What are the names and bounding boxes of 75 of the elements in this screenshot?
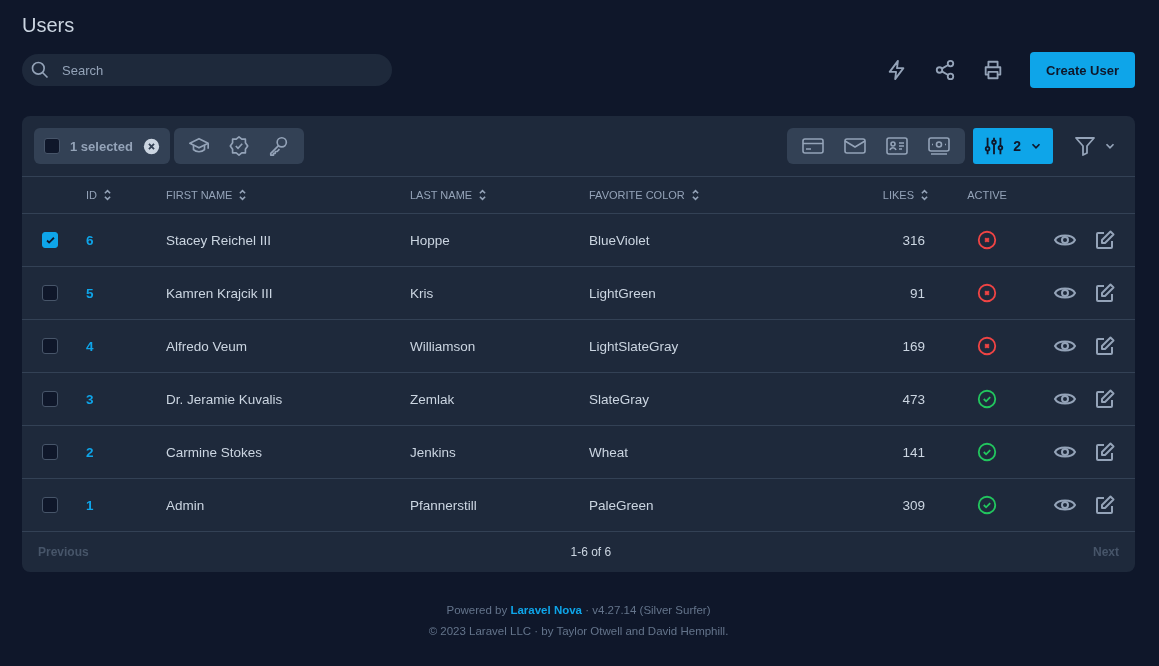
laravel-nova-link[interactable]: Laravel Nova bbox=[510, 604, 583, 616]
search-icon bbox=[30, 60, 50, 80]
column-header[interactable]: LIKES bbox=[882, 189, 914, 201]
table-cell: SlateGray bbox=[589, 391, 650, 407]
row-checkbox[interactable] bbox=[42, 338, 58, 354]
id-link[interactable]: 4 bbox=[86, 338, 94, 354]
edit-icon[interactable] bbox=[1093, 493, 1117, 517]
column-header: ACTIVE bbox=[967, 189, 1007, 201]
sliders-icon bbox=[983, 135, 1006, 157]
table-cell: PaleGreen bbox=[589, 497, 654, 513]
table-cell: Zemlak bbox=[410, 391, 455, 407]
table-cell: LightGreen bbox=[589, 285, 656, 301]
table-cell: Kris bbox=[410, 285, 434, 301]
table-cell: LightSlateGray bbox=[589, 338, 679, 354]
selection-count: 1 selected bbox=[70, 138, 133, 154]
column-settings-button[interactable]: 2 bbox=[973, 128, 1053, 164]
edit-icon[interactable] bbox=[1093, 387, 1117, 411]
select-all-checkbox[interactable] bbox=[44, 138, 60, 154]
table-cell: Carmine Stokes bbox=[166, 444, 263, 460]
sort-icon[interactable] bbox=[238, 188, 248, 202]
id-card-icon[interactable] bbox=[885, 134, 910, 158]
sort-icon[interactable] bbox=[478, 188, 488, 202]
edit-icon[interactable] bbox=[1093, 281, 1117, 305]
table-cell-text: 91 bbox=[909, 285, 926, 301]
column-header[interactable]: LAST NAME bbox=[410, 189, 473, 201]
column-header[interactable]: FAVORITE COLOR bbox=[589, 189, 685, 201]
badge-check-icon[interactable] bbox=[227, 135, 250, 157]
table-cell: Kamren Krajcik III bbox=[166, 285, 273, 301]
powered-by-text: Powered by Laravel Nova · v4.27.14 (Silver Surfer) bbox=[445, 604, 712, 616]
search-field[interactable]: Search bbox=[22, 54, 392, 86]
row-checkbox[interactable] bbox=[42, 391, 58, 407]
table-cell: Admin bbox=[166, 497, 205, 513]
table-cell: Williamson bbox=[410, 338, 476, 354]
share-icon[interactable] bbox=[934, 59, 956, 81]
print-icon[interactable] bbox=[982, 59, 1004, 81]
id-link[interactable]: 3 bbox=[86, 391, 94, 407]
table-cell: BlueViolet bbox=[589, 232, 650, 248]
id-link[interactable]: 5 bbox=[86, 285, 94, 301]
row-checkbox[interactable] bbox=[42, 232, 58, 248]
table-cell-text: 141 bbox=[902, 444, 926, 460]
table-cell: Jenkins bbox=[410, 444, 456, 460]
id-link[interactable]: 6 bbox=[86, 232, 94, 248]
row-checkbox[interactable] bbox=[42, 285, 58, 301]
sort-icon[interactable] bbox=[690, 188, 700, 202]
table-cell-text: 309 bbox=[902, 497, 926, 513]
copyright-text: © 2023 Laravel LLC · by Taylor Otwell and David Hemphill. bbox=[427, 625, 730, 637]
table-cell: Stacey Reichel III bbox=[166, 232, 272, 248]
table-cell-text: 169 bbox=[902, 338, 926, 354]
table-cell: Hoppe bbox=[410, 232, 450, 248]
table-cell: Wheat bbox=[589, 444, 629, 460]
table-cell: Pfannerstill bbox=[410, 497, 477, 513]
table-cell-text: 473 bbox=[902, 391, 926, 407]
table-cell: Dr. Jeramie Kuvalis bbox=[166, 391, 283, 407]
row-checkbox[interactable] bbox=[42, 497, 58, 513]
column-header[interactable]: FIRST NAME bbox=[166, 189, 233, 201]
search-input[interactable]: Search bbox=[60, 61, 354, 79]
id-link[interactable]: 2 bbox=[86, 444, 94, 460]
pagination-status: 1-6 of 6 bbox=[570, 545, 612, 559]
sort-icon[interactable] bbox=[920, 188, 929, 202]
table-cell-text: 316 bbox=[902, 232, 926, 248]
create-user-button[interactable]: Create User bbox=[1030, 52, 1135, 88]
clear-icon[interactable] bbox=[142, 137, 160, 155]
sort-icon[interactable] bbox=[103, 188, 112, 202]
cash-icon[interactable] bbox=[927, 134, 952, 158]
row-checkbox[interactable] bbox=[42, 444, 58, 460]
key-icon[interactable] bbox=[267, 135, 290, 157]
edit-icon[interactable] bbox=[1093, 228, 1117, 252]
page-title: Users bbox=[22, 13, 76, 38]
check-icon bbox=[44, 234, 56, 246]
table-cell: Alfredo Veum bbox=[166, 338, 248, 354]
column-header[interactable]: ID bbox=[86, 189, 97, 201]
filter-icon[interactable] bbox=[1073, 134, 1097, 158]
id-link[interactable]: 1 bbox=[86, 497, 94, 513]
edit-icon[interactable] bbox=[1093, 334, 1117, 358]
edit-icon[interactable] bbox=[1093, 440, 1117, 464]
